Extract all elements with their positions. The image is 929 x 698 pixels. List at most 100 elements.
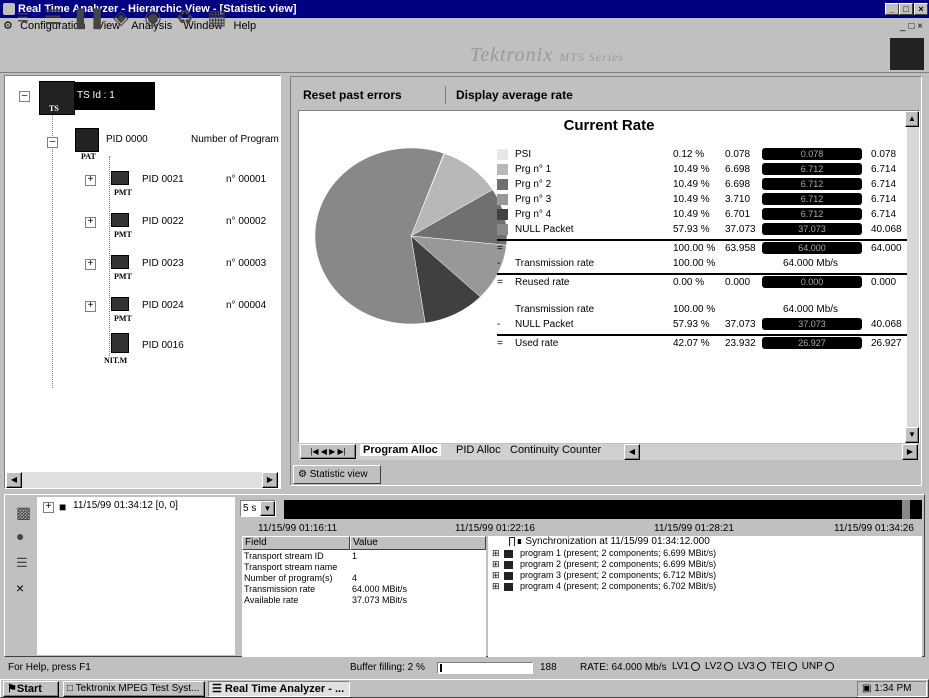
summary-row: = Reused rate 0.00 % 0.000 0.000 0.000 bbox=[497, 275, 907, 290]
rate-max: 6.714 bbox=[871, 209, 897, 220]
tab-continuity-counter[interactable]: Continuity Counter bbox=[510, 444, 601, 456]
field-row[interactable]: Number of program(s) 4 bbox=[244, 573, 484, 584]
rate-bar: 6.712 bbox=[762, 178, 862, 190]
log-entry-label[interactable]: 11/15/99 01:34:12 [0, 0] bbox=[73, 500, 178, 511]
pmt-4-label[interactable]: PID 0024 bbox=[142, 300, 184, 311]
program-entry[interactable]: ⊞ program 3 (present; 2 components; 6.712… bbox=[492, 570, 912, 581]
summary-max: 26.927 bbox=[871, 338, 902, 349]
status-bar: For Help, press F1 Buffer filling: 2 % 1… bbox=[0, 658, 929, 678]
toolbar bbox=[0, 35, 929, 73]
expand-pmt-2-button[interactable]: + bbox=[85, 217, 96, 228]
pmt-1-icon[interactable] bbox=[111, 171, 129, 185]
taskbar-task-1[interactable]: □ Tektronix MPEG Test Syst... bbox=[63, 681, 205, 697]
legend-swatch bbox=[497, 209, 508, 220]
sync-text: Synchronization at 11/15/99 01:34:12.000 bbox=[525, 536, 710, 547]
timeline-bar[interactable] bbox=[284, 500, 922, 519]
pat-label[interactable]: PID 0000 bbox=[106, 134, 148, 145]
log-close-icon[interactable]: × bbox=[16, 580, 24, 596]
tab-pid-alloc[interactable]: PID Alloc bbox=[456, 444, 501, 456]
reset-errors-button[interactable]: Reset past errors bbox=[303, 88, 402, 102]
pmt-2-label[interactable]: PID 0022 bbox=[142, 216, 184, 227]
traffic-light-icon[interactable]: ≡ bbox=[10, 5, 36, 31]
value-header[interactable]: Value bbox=[350, 536, 486, 550]
expand-program-icon[interactable]: ⊞ bbox=[492, 581, 500, 592]
sync-entry[interactable]: ∏∎ Synchronization at 11/15/99 01:34:12.… bbox=[508, 536, 710, 547]
minimize-button[interactable]: _ bbox=[885, 3, 899, 15]
mdi-controls[interactable]: _ □ × bbox=[900, 21, 923, 32]
nit-icon[interactable] bbox=[111, 333, 129, 353]
collapse-pat-button[interactable]: – bbox=[47, 137, 58, 148]
summary-bar: 0.000 bbox=[762, 276, 862, 288]
pmt-1-label[interactable]: PID 0021 bbox=[142, 174, 184, 185]
pat-icon[interactable] bbox=[75, 128, 99, 152]
scroll-right-icon[interactable]: ▶ bbox=[262, 472, 278, 488]
rate-max: 0.078 bbox=[871, 149, 897, 160]
scroll-down-icon[interactable]: ▼ bbox=[905, 427, 919, 443]
program-text: program 4 (present; 2 components; 6.702 … bbox=[520, 581, 717, 591]
rate-bar: 37.073 bbox=[762, 223, 862, 235]
tab-scroll-left-icon[interactable]: ◀ bbox=[624, 444, 640, 460]
monitor-icon[interactable]: ▣ bbox=[862, 683, 874, 694]
tab-nav-arrows[interactable]: |◀ ◀ ▶ ▶| bbox=[300, 444, 356, 459]
bell-icon[interactable]: ♻ bbox=[172, 5, 198, 31]
field-row[interactable]: Transport stream name bbox=[244, 562, 484, 573]
collapse-root-button[interactable]: – bbox=[19, 91, 30, 102]
legend-swatch bbox=[497, 149, 508, 160]
brand-logo: Tektronix MTS Series bbox=[470, 44, 625, 66]
menu-help[interactable]: Help bbox=[234, 18, 257, 35]
pmt-4-icon[interactable] bbox=[111, 297, 129, 311]
legend-swatch bbox=[497, 224, 508, 235]
scroll-left-icon[interactable]: ◀ bbox=[6, 472, 22, 488]
stack-icon[interactable]: ☰ bbox=[40, 5, 66, 31]
field-row[interactable]: Available rate 37.073 MBit/s bbox=[244, 595, 484, 606]
pmt-1-info: n° 00001 bbox=[226, 174, 267, 185]
summary-max: 64.000 bbox=[871, 243, 902, 254]
program-entry[interactable]: ⊞ program 2 (present; 2 components; 6.699… bbox=[492, 559, 912, 570]
rate-vscrollbar[interactable]: ▲ ▼ bbox=[905, 111, 919, 444]
lv3-led-icon bbox=[756, 661, 766, 671]
log-tool-icon-3[interactable]: ☰ bbox=[16, 555, 28, 571]
close-button[interactable]: × bbox=[914, 3, 928, 15]
rate-row: Prg n° 4 10.49 % 6.701 6.712 6.714 bbox=[497, 207, 907, 222]
ts-label[interactable]: TS Id : 1 bbox=[75, 82, 155, 110]
field-value: 37.073 MBit/s bbox=[352, 595, 408, 605]
field-row[interactable]: Transport stream ID 1 bbox=[244, 551, 484, 562]
tei-label: TEI bbox=[770, 661, 786, 672]
expand-program-icon[interactable]: ⊞ bbox=[492, 559, 500, 570]
tab-program-alloc[interactable]: Program Alloc bbox=[360, 444, 441, 456]
legend-swatch bbox=[497, 194, 508, 205]
pmt-3-label[interactable]: PID 0023 bbox=[142, 258, 184, 269]
statistic-view-tab[interactable]: ⚙ Statistic view bbox=[293, 465, 381, 484]
tree-hscrollbar[interactable]: ◀ ▶ bbox=[6, 472, 278, 488]
program-entry[interactable]: ⊞ program 4 (present; 2 components; 6.702… bbox=[492, 581, 912, 592]
log-tool-icon-2[interactable]: ● bbox=[16, 528, 24, 544]
field-header[interactable]: Field bbox=[242, 536, 350, 550]
field-row[interactable]: Transmission rate 64.000 MBit/s bbox=[244, 584, 484, 595]
diamond-icon[interactable]: ◈ bbox=[108, 5, 134, 31]
tab-scroll-right-icon[interactable]: ▶ bbox=[902, 444, 918, 460]
taskbar-task-2[interactable]: ☰ Real Time Analyzer - ... bbox=[208, 681, 350, 697]
expand-pmt-3-button[interactable]: + bbox=[85, 259, 96, 270]
log-entry-expand-button[interactable]: + bbox=[43, 502, 54, 513]
legend-swatch bbox=[497, 179, 508, 190]
program-entry[interactable]: ⊞ program 1 (present; 2 components; 6.699… bbox=[492, 548, 912, 559]
display-average-button[interactable]: Display average rate bbox=[456, 88, 573, 102]
disc-icon[interactable]: ◉ bbox=[140, 5, 166, 31]
pmt-2-icon[interactable] bbox=[111, 213, 129, 227]
time-label-2: 11/15/99 01:22:16 bbox=[455, 523, 535, 534]
expand-pmt-1-button[interactable]: + bbox=[85, 175, 96, 186]
buffer-text: Buffer filling: 2 % bbox=[350, 662, 425, 673]
pmt-3-icon[interactable] bbox=[111, 255, 129, 269]
chart-icon[interactable]: ▦ bbox=[204, 5, 230, 31]
pause-icon[interactable]: ❚❚ bbox=[72, 5, 106, 31]
restore-button[interactable]: □ bbox=[899, 3, 913, 15]
nit-label[interactable]: PID 0016 bbox=[142, 340, 184, 351]
start-button[interactable]: ⚑Start bbox=[3, 681, 59, 697]
scroll-up-icon[interactable]: ▲ bbox=[905, 111, 919, 127]
rate-text: RATE: 64.000 Mb/s bbox=[580, 662, 667, 673]
expand-pmt-4-button[interactable]: + bbox=[85, 301, 96, 312]
expand-program-icon[interactable]: ⊞ bbox=[492, 548, 500, 559]
expand-program-icon[interactable]: ⊞ bbox=[492, 570, 500, 581]
chevron-down-icon[interactable]: ▼ bbox=[260, 501, 275, 516]
log-tool-icon-1[interactable]: ▩ bbox=[16, 503, 31, 523]
